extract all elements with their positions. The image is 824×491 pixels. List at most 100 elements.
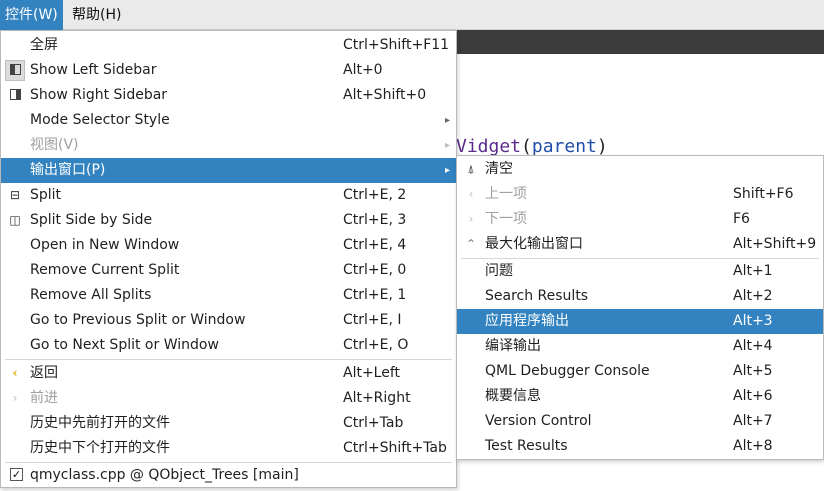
menu-item-go-next-split[interactable]: Go to Next Split or Window Ctrl+E, O [1,333,456,358]
submenu-item-general-messages[interactable]: 概要信息 Alt+6 [457,384,823,409]
output-window-submenu: ⍋ 清空 ‹ 上一项 Shift+F6 › 下一项 F6 ⌃ 最大化输出窗口 A… [456,155,824,460]
menu-item-open-new-window[interactable]: Open in New Window Ctrl+E, 4 [1,233,456,258]
menu-item-shortcut: Ctrl+Tab [343,415,404,431]
menu-item-shortcut: Alt+6 [733,388,773,404]
code-paren-open: ( [521,136,532,157]
submenu-item-previous: ‹ 上一项 Shift+F6 [457,182,823,207]
menu-item-shortcut: Ctrl+E, 4 [343,237,407,253]
menu-item-remove-current-split[interactable]: Remove Current Split Ctrl+E, 0 [1,258,456,283]
chevron-up-icon: ⌃ [465,237,477,251]
menu-item-label: Go to Previous Split or Window [30,312,246,328]
menu-item-label: 输出窗口(P) [30,162,106,178]
split-icon: ⊟ [9,188,21,202]
menu-item-back[interactable]: ‹ 返回 Alt+Left [1,361,456,386]
menu-item-shortcut: Alt+3 [733,313,773,329]
menu-item-label: 下一项 [485,211,527,227]
left-sidebar-icon [10,64,21,75]
menu-item-label: Show Left Sidebar [30,62,157,78]
chevron-left-icon: ‹ [12,366,18,380]
controls-menu: 全屏 Ctrl+Shift+F11 Show Left Sidebar Alt+… [0,30,457,488]
menu-item-label: 清空 [485,161,513,177]
menu-item-shortcut: F6 [733,211,750,227]
split-side-icon: ◫ [9,213,21,227]
chevron-right-icon: › [468,212,474,226]
menu-item-split[interactable]: ⊟ Split Ctrl+E, 2 [1,183,456,208]
menu-item-label: 视图(V) [30,137,79,153]
menu-help[interactable]: 帮助(H) [67,0,126,30]
menu-item-shortcut: Alt+Left [343,365,401,381]
menu-item-shortcut: Alt+5 [733,363,773,379]
menu-item-label: Search Results [485,288,589,304]
menu-item-show-left-sidebar[interactable]: Show Left Sidebar Alt+0 [1,58,456,83]
chevron-left-icon: ‹ [468,187,474,201]
menu-item-label: QML Debugger Console [485,363,650,379]
menu-item-history-previous[interactable]: 历史中先前打开的文件 Ctrl+Tab [1,411,456,436]
submenu-item-search-results[interactable]: Search Results Alt+2 [457,284,823,309]
submenu-item-clear[interactable]: ⍋ 清空 [457,157,823,182]
menu-item-label: 编译输出 [485,338,541,354]
menu-item-shortcut: Alt+Shift+9 [733,236,817,252]
menu-item-label: Open in New Window [30,237,180,253]
menu-item-shortcut: Ctrl+E, I [343,312,402,328]
menu-item-label: Split [30,187,62,203]
menu-item-view: 视图(V) ▸ [1,133,456,158]
menu-item-shortcut: Ctrl+E, 2 [343,187,407,203]
menubar: 控件(W) 帮助(H) [0,0,824,30]
menu-item-shortcut: Alt+Right [343,390,411,406]
menu-item-label: 应用程序输出 [485,313,569,329]
submenu-arrow-icon: ▸ [445,165,451,176]
menu-item-label: 前进 [30,390,58,406]
menu-item-shortcut: Alt+8 [733,438,773,454]
menu-item-output-window[interactable]: 输出窗口(P) ▸ [1,158,456,183]
submenu-item-test-results[interactable]: Test Results Alt+8 [457,434,823,459]
menu-item-history-next[interactable]: 历史中下个打开的文件 Ctrl+Shift+Tab [1,436,456,461]
menu-item-label: 上一项 [485,186,527,202]
submenu-item-application-output[interactable]: 应用程序输出 Alt+3 [457,309,823,334]
menu-item-shortcut: Ctrl+E, O [343,337,409,353]
menu-item-shortcut: Alt+7 [733,413,773,429]
menu-item-label: Show Right Sidebar [30,87,168,103]
menu-item-label: Remove All Splits [30,287,152,303]
menu-item-shortcut: Ctrl+E, 0 [343,262,407,278]
code-identifier: Vidget [456,136,522,157]
submenu-item-issues[interactable]: 问题 Alt+1 [457,259,823,284]
menu-item-fullscreen[interactable]: 全屏 Ctrl+Shift+F11 [1,33,456,58]
menu-item-remove-all-splits[interactable]: Remove All Splits Ctrl+E, 1 [1,283,456,308]
chevron-right-icon: › [12,391,18,405]
menu-item-shortcut: Ctrl+Shift+Tab [343,440,447,456]
menu-item-label: 最大化输出窗口 [485,236,583,252]
menu-item-label: 历史中下个打开的文件 [30,440,170,456]
submenu-item-version-control[interactable]: Version Control Alt+7 [457,409,823,434]
menu-item-open-document[interactable]: ✓ qmyclass.cpp @ QObject_Trees [main] [1,463,456,488]
menu-controls[interactable]: 控件(W) [0,0,63,30]
menu-item-mode-selector-style[interactable]: Mode Selector Style ▸ [1,108,456,133]
menu-item-shortcut: Alt+1 [733,263,773,279]
submenu-arrow-icon: ▸ [445,115,451,126]
submenu-item-maximize[interactable]: ⌃ 最大化输出窗口 Alt+Shift+9 [457,232,823,257]
menu-item-label: 返回 [30,365,58,381]
menu-item-go-previous-split[interactable]: Go to Previous Split or Window Ctrl+E, I [1,308,456,333]
menu-item-shortcut: Ctrl+E, 3 [343,212,407,228]
menu-item-label: 问题 [485,263,513,279]
menu-item-label: Remove Current Split [30,262,180,278]
submenu-arrow-icon: ▸ [445,140,451,151]
menu-item-shortcut: Alt+Shift+0 [343,87,427,103]
menu-item-label: 概要信息 [485,388,541,404]
menu-item-shortcut: Alt+2 [733,288,773,304]
check-icon: ✓ [10,468,23,481]
submenu-item-compile-output[interactable]: 编译输出 Alt+4 [457,334,823,359]
submenu-item-next: › 下一项 F6 [457,207,823,232]
menu-item-label: Test Results [485,438,568,454]
menu-item-show-right-sidebar[interactable]: Show Right Sidebar Alt+Shift+0 [1,83,456,108]
menu-item-label: Split Side by Side [30,212,153,228]
menu-separator [5,359,452,360]
submenu-item-qml-debugger-console[interactable]: QML Debugger Console Alt+5 [457,359,823,384]
menu-item-label: qmyclass.cpp @ QObject_Trees [main] [30,467,299,483]
menu-item-label: 全屏 [30,37,58,53]
code-paren-close: ) [596,136,608,157]
broom-icon: ⍋ [467,162,475,176]
menu-item-label: Go to Next Split or Window [30,337,219,353]
editor-toolbar [456,30,824,54]
menu-item-shortcut: Shift+F6 [733,186,794,202]
menu-item-split-side-by-side[interactable]: ◫ Split Side by Side Ctrl+E, 3 [1,208,456,233]
